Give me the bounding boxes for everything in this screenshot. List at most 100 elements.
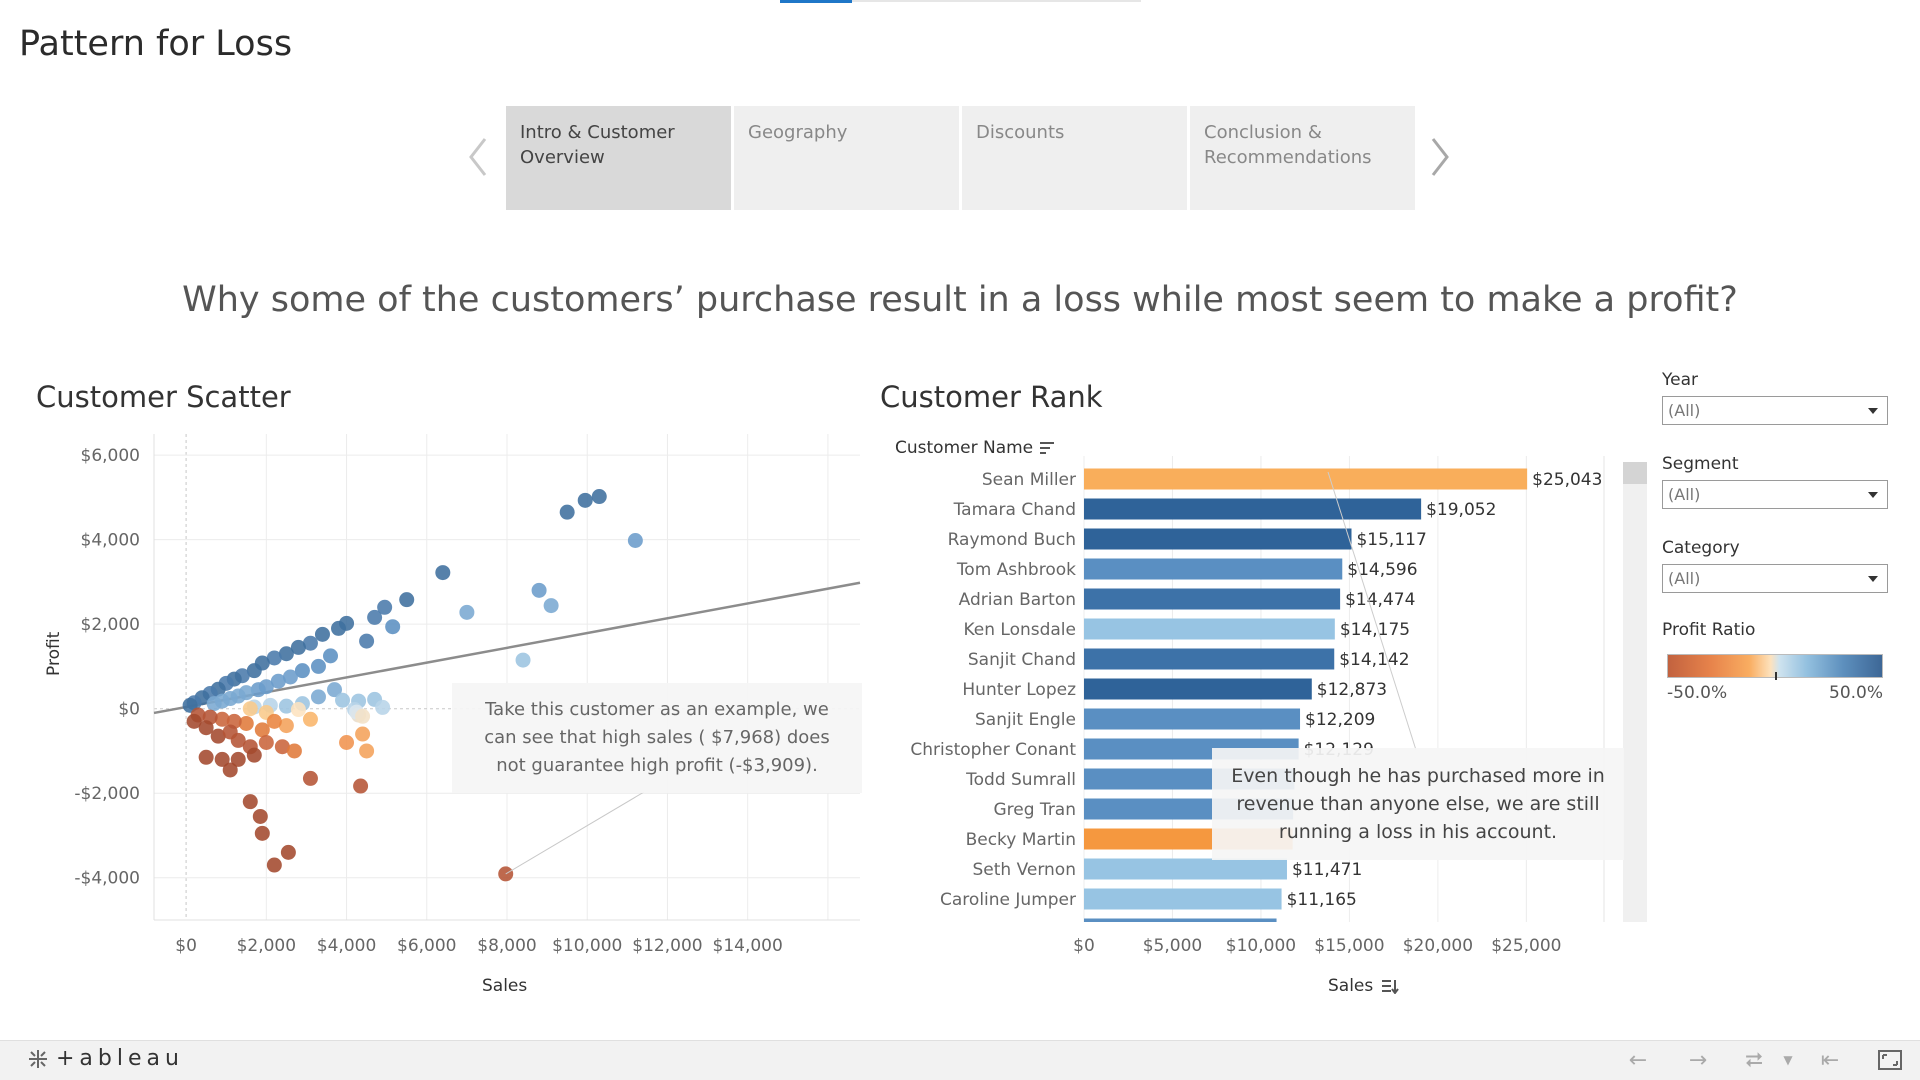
segment-filter-value: (All): [1668, 485, 1701, 504]
scatter-point: [206, 696, 222, 712]
scatter-point: [254, 722, 270, 738]
scatter-point: [355, 708, 371, 724]
rank-x-axis-title[interactable]: Sales: [1328, 976, 1400, 996]
year-filter-label: Year: [1662, 370, 1698, 390]
scatter-point: [314, 626, 330, 642]
category-filter-label: Category: [1662, 538, 1740, 558]
bar-x-tick-label: $5,000: [1143, 936, 1202, 956]
revert-button[interactable]: ⮂: [1740, 1048, 1768, 1073]
scatter-point: [359, 743, 375, 759]
scatter-x-tick-label: $4,000: [317, 936, 376, 956]
annotation-connector: [505, 791, 645, 875]
story-point-discounts[interactable]: Discounts: [962, 106, 1187, 210]
customer-rank-chart[interactable]: Sean Miller $25,043 Tamara Chand $19,052 Ray…: [880, 420, 1640, 1020]
scatter-point: [331, 620, 347, 636]
customer-sales-value-label: $14,596: [1347, 560, 1417, 580]
scatter-point: [627, 532, 643, 548]
customer-sales-bar: [1084, 618, 1335, 640]
profit-ratio-zero-tick: [1775, 672, 1777, 680]
skip-back-icon: ⇤: [1820, 1047, 1840, 1073]
scatter-x-tick-label: $6,000: [397, 936, 456, 956]
customer-name-label: Tom Ashbrook: [956, 560, 1076, 580]
customer-name-label: Becky Martin: [966, 830, 1076, 850]
scatter-y-tick-label: $4,000: [81, 531, 140, 551]
chevron-right-icon: [1431, 138, 1449, 176]
headline-question: Why some of the customers’ purchase resu…: [182, 280, 1738, 320]
next-story-point-button[interactable]: [1422, 132, 1458, 182]
customer-name-label: Ken Lonsdale: [963, 620, 1076, 640]
scatter-point: [246, 747, 262, 763]
tableau-logo[interactable]: +ableau: [26, 1046, 184, 1071]
scatter-y-tick-label: -$4,000: [74, 869, 140, 889]
revert-menu-button[interactable]: ▼: [1774, 1048, 1802, 1072]
scatter-point: [367, 609, 383, 625]
customer-sales-value-label: $12,209: [1305, 710, 1375, 730]
fullscreen-button[interactable]: [1876, 1048, 1904, 1072]
rank-scrollbar-thumb[interactable]: [1623, 462, 1647, 484]
scatter-point: [242, 794, 258, 810]
bar-x-tick-label: $20,000: [1403, 936, 1473, 956]
customer-sales-bar: [1084, 678, 1312, 700]
customer-sales-value-label: $12,873: [1317, 680, 1387, 700]
customer-sales-bar: [1084, 708, 1301, 730]
rank-x-axis-label: Sales: [1328, 976, 1374, 996]
scatter-point: [258, 735, 274, 751]
story-points-bar: Intro & Customer Overview Geography Disc…: [506, 106, 1415, 210]
customer-sales-bar: [1084, 648, 1335, 670]
scatter-point: [435, 565, 451, 581]
customer-sales-value-label: $19,052: [1426, 500, 1496, 520]
redo-button[interactable]: →: [1684, 1047, 1712, 1073]
scatter-point: [355, 726, 371, 742]
caret-down-icon: ▼: [1783, 1053, 1793, 1067]
customer-name-label: Caroline Jumper: [940, 890, 1076, 910]
year-filter-dropdown[interactable]: (All): [1662, 396, 1888, 425]
customer-sales-value-label: $14,142: [1339, 650, 1409, 670]
reset-button[interactable]: ⇤: [1816, 1047, 1844, 1073]
scatter-y-tick-label: -$2,000: [74, 784, 140, 804]
scatter-point: [286, 743, 302, 759]
scatter-point: [252, 808, 268, 824]
previous-story-point-button[interactable]: [460, 132, 496, 182]
rank-scrollbar-track[interactable]: [1623, 462, 1647, 922]
customer-sales-value-label: $11,471: [1292, 860, 1362, 880]
scatter-x-tick-label: $10,000: [552, 936, 622, 956]
scatter-point: [266, 713, 282, 729]
fullscreen-icon: [1878, 1050, 1902, 1070]
bar-x-tick-label: $15,000: [1314, 936, 1384, 956]
customer-name-label: Seth Vernon: [972, 860, 1076, 880]
story-point-geography[interactable]: Geography: [734, 106, 959, 210]
scatter-point: [531, 582, 547, 598]
scatter-point: [353, 778, 369, 794]
customer-sales-bar: [1084, 588, 1341, 610]
category-filter-dropdown[interactable]: (All): [1662, 564, 1888, 593]
sort-icon: [1382, 980, 1400, 994]
segment-filter-dropdown[interactable]: (All): [1662, 480, 1888, 509]
scatter-point: [266, 857, 282, 873]
caret-down-icon: [1868, 491, 1878, 498]
bar-x-tick-label: $10,000: [1226, 936, 1296, 956]
scatter-point: [515, 652, 531, 668]
scatter-point: [310, 689, 326, 705]
customer-sales-bar: [1084, 858, 1287, 880]
legend-min-label: -50.0%: [1667, 683, 1728, 703]
scatter-point: [399, 592, 415, 608]
scatter-point: [335, 692, 351, 708]
scatter-point: [577, 492, 593, 508]
scatter-y-tick-label: $2,000: [81, 615, 140, 635]
scatter-point: [242, 701, 258, 717]
story-point-intro[interactable]: Intro & Customer Overview: [506, 106, 731, 210]
scatter-point: [280, 844, 296, 860]
arrow-left-icon: ←: [1628, 1047, 1648, 1073]
chevron-left-icon: [469, 138, 487, 176]
scatter-point: [290, 702, 306, 718]
scatter-x-tick-label: $2,000: [237, 936, 296, 956]
arrow-right-icon: →: [1688, 1047, 1708, 1073]
scatter-point: [302, 711, 318, 727]
customer-sales-bar: [1084, 528, 1352, 550]
rank-title: Customer Rank: [880, 380, 1103, 414]
customer-name-label: Tamara Chand: [953, 500, 1076, 520]
undo-button[interactable]: ←: [1624, 1047, 1652, 1073]
page-title: Pattern for Loss: [19, 24, 293, 64]
story-point-conclusion[interactable]: Conclusion & Recommendations: [1190, 106, 1415, 210]
customer-sales-bar: [1084, 498, 1422, 520]
